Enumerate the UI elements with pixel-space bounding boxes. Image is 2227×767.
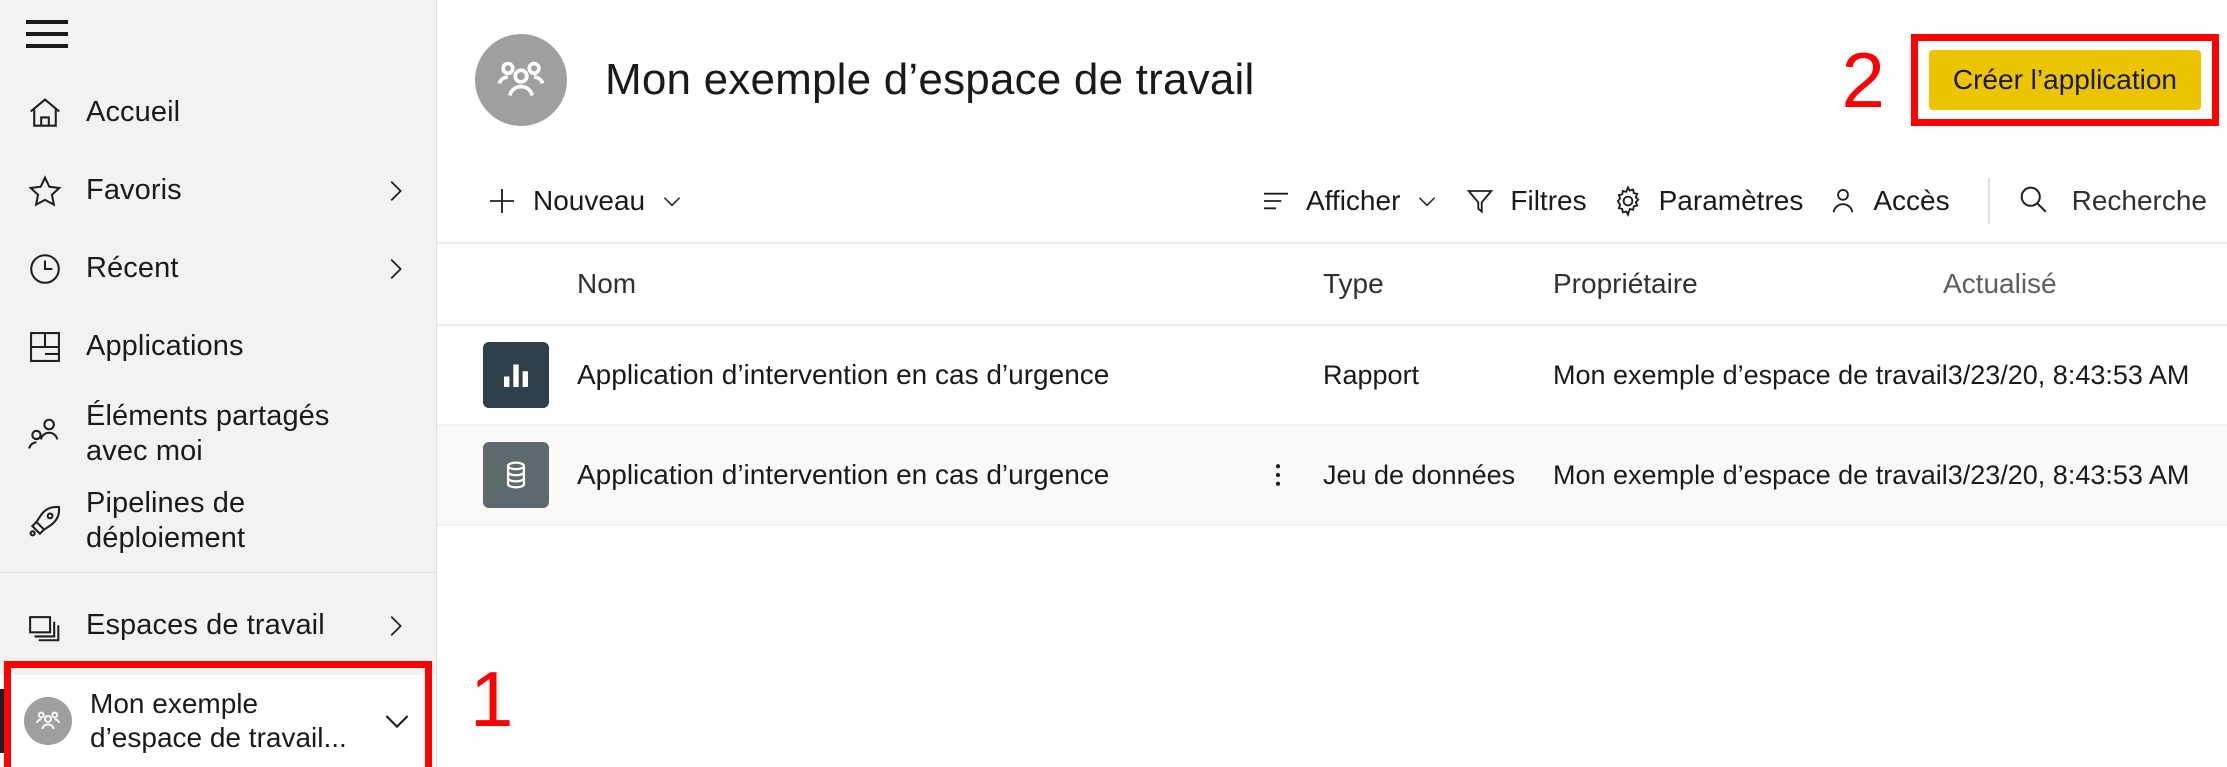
sidebar-item-selected-workspace[interactable]: Mon exemple d’espace de travail... [0,675,436,767]
sidebar-item-label: Récent [86,252,179,285]
cell-nom: Application d’intervention en cas d’urge… [483,342,1323,408]
people-icon [26,415,76,453]
items-table: Nom Type Propriétaire Actualisé Se [437,244,2227,526]
column-header-type[interactable]: Type [1323,268,1553,300]
list-lines-icon [1260,185,1292,217]
create-app-button[interactable]: Créer l’application [1928,50,2201,110]
star-icon [26,172,76,210]
cell-proprietaire: Mon exemple d’espace de travail [1553,459,1948,490]
table-row[interactable]: Application d’intervention en cas d’urge… [437,426,2227,526]
search-input-placeholder: Recherche [2071,185,2207,216]
cell-actualise: 3/23/20, 8:43:53 AM [1947,359,2190,390]
access-button[interactable]: Accès [1815,179,1961,223]
selected-workspace-label: Mon exemple d’espace de travail... [90,688,347,753]
toolbar: Nouveau Afficher Filtres Paramètres Accè… [437,160,2227,244]
page-title: Mon exemple d’espace de travail [605,55,1255,104]
chevron-down-icon [659,188,685,214]
sidebar: Accueil Favoris Récent Applications Élém… [0,0,437,767]
chevron-right-icon[interactable] [380,611,410,641]
settings-button[interactable]: Paramètres [1599,178,1816,224]
page-header: Mon exemple d’espace de travail 2 Créer … [437,0,2227,160]
selected-workspace-wrap: Mon exemple d’espace de travail... [0,661,436,767]
sidebar-item-accueil[interactable]: Accueil [0,74,436,152]
apps-grid-icon [26,328,76,366]
sidebar-item-label: Pipelines de déploiement [86,486,246,555]
chevron-down-icon [1414,188,1440,214]
workspaces-stack-icon [26,607,76,645]
sidebar-item-favoris[interactable]: Favoris [0,152,436,230]
workspaces-section: Espaces de travail Mon exemple d’espace … [0,587,436,767]
gear-icon [1611,184,1645,218]
view-button-label: Afficher [1305,185,1401,216]
new-button-label: Nouveau [533,185,646,216]
chevron-right-icon[interactable] [380,176,410,206]
table-row[interactable]: Application d’intervention en cas d’urge… [437,326,2227,426]
sidebar-item-applications[interactable]: Applications [0,308,436,386]
new-button[interactable]: Nouveau [473,178,697,224]
hamburger-row [0,0,436,68]
cell-type: Rapport [1323,359,1420,390]
sidebar-item-label: Applications [86,330,244,363]
toolbar-separator [1987,178,1990,224]
column-header-proprietaire[interactable]: Propriétaire [1553,268,1943,300]
column-header-nom[interactable]: Nom [483,268,1323,300]
settings-button-label: Paramètres [1658,185,1804,216]
sidebar-item-label: Éléments partagés avec moi [86,399,330,468]
item-name-link[interactable]: Application d’intervention en cas d’urge… [549,459,1109,491]
cell-proprietaire: Mon exemple d’espace de travail [1553,359,1948,390]
rocket-icon [26,502,76,540]
funnel-icon [1464,185,1496,217]
sidebar-item-deployment-pipelines[interactable]: Pipelines de déploiement [0,482,436,560]
sidebar-item-label: Espaces de travail [86,609,325,642]
chevron-down-icon[interactable] [380,704,414,738]
sidebar-item-label: Favoris [86,174,182,207]
access-button-label: Accès [1873,185,1950,216]
group-avatar-icon [475,34,567,126]
sidebar-nav-list: Accueil Favoris Récent Applications Élém… [0,68,436,560]
cell-type: Jeu de données [1323,459,1516,490]
annotation-marker-1: 1 [470,655,514,743]
column-header-actualise[interactable]: Actualisé [1943,268,2227,300]
clock-icon [26,250,76,288]
view-button[interactable]: Afficher [1248,179,1452,223]
main-content: Mon exemple d’espace de travail 2 Créer … [437,0,2227,767]
menu-icon[interactable] [26,17,72,51]
cell-actualise: 3/23/20, 8:43:53 AM [1947,459,2190,490]
filters-button-label: Filtres [1510,185,1587,216]
home-icon [26,94,76,132]
header-actions: 2 Créer l’application [1842,34,2227,126]
app-root: Accueil Favoris Récent Applications Élém… [0,0,2227,767]
dataset-database-icon [483,442,549,508]
sidebar-divider [0,572,436,573]
report-bar-chart-icon [483,342,549,408]
item-name-link[interactable]: Application d’intervention en cas d’urge… [549,359,1109,391]
sidebar-item-workspaces[interactable]: Espaces de travail [0,587,436,665]
sidebar-item-label: Accueil [86,96,181,129]
more-options-icon[interactable] [1263,460,1323,490]
table-header-row: Nom Type Propriétaire Actualisé Se [437,244,2227,326]
chevron-right-icon[interactable] [380,254,410,284]
plus-icon [485,184,519,218]
person-icon [1827,185,1859,217]
search-icon [2016,182,2050,221]
search-box[interactable]: Recherche [2016,182,2227,221]
annotation-marker-2: 2 [1841,36,1885,124]
filters-button[interactable]: Filtres [1452,179,1598,223]
group-avatar-icon [24,697,72,745]
annotation-box-2: Créer l’application [1910,34,2220,126]
sidebar-item-shared-with-me[interactable]: Éléments partagés avec moi [0,386,436,482]
cell-nom: Application d’intervention en cas d’urge… [483,442,1323,508]
sidebar-item-recent[interactable]: Récent [0,230,436,308]
